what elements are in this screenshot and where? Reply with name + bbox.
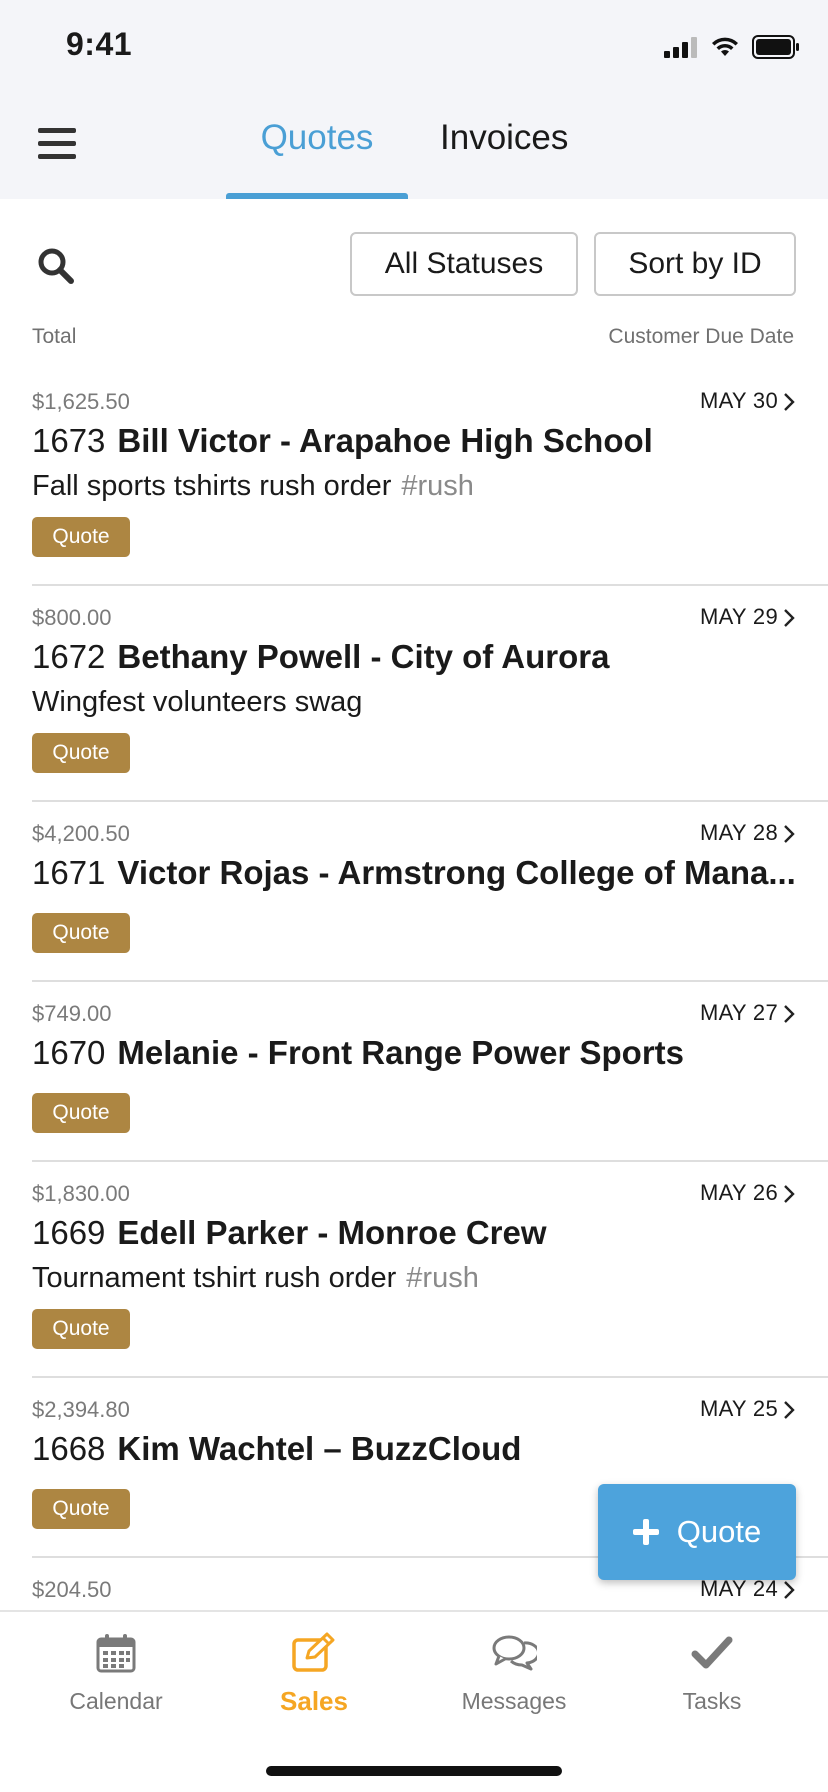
- quote-amount: $1,625.50: [32, 389, 130, 414]
- chevron-right-icon: [784, 609, 795, 627]
- quote-due-date: MAY 30: [699, 388, 778, 413]
- quote-id: 1673: [32, 422, 106, 459]
- quote-amount: $2,394.80: [32, 1397, 130, 1422]
- nav-calendar-label: Calendar: [69, 1688, 163, 1714]
- quote-customer: Bill Victor - Arapahoe High School: [117, 422, 653, 459]
- tab-invoices[interactable]: Invoices: [440, 118, 568, 158]
- sort-button[interactable]: Sort by ID: [594, 232, 796, 296]
- nav-sales-label: Sales: [280, 1686, 348, 1716]
- calendar-icon: [96, 1634, 136, 1673]
- quote-customer: Melanie - Front Range Power Sports: [117, 1034, 684, 1071]
- edit-icon: [292, 1632, 335, 1672]
- chevron-right-icon: [784, 1185, 795, 1203]
- nav-tasks-label: Tasks: [682, 1688, 742, 1714]
- quote-title: 1672 Bethany Powell - City of Aurora: [32, 638, 802, 676]
- nav-sales[interactable]: Sales: [214, 1632, 414, 1717]
- header: 9:41 Quotes Invoices: [0, 0, 828, 199]
- battery-icon: [752, 35, 799, 59]
- quote-row[interactable]: $1,625.50 MAY 30 1673 Bill Victor - Arapa…: [0, 370, 828, 586]
- chevron-right-icon: [784, 393, 795, 411]
- status-badge: Quote: [32, 1309, 130, 1349]
- tab-quotes[interactable]: Quotes: [226, 118, 408, 158]
- quote-description-text: Tournament tshirt rush order: [32, 1262, 397, 1294]
- active-tab-indicator: [226, 193, 408, 199]
- quote-due-date: MAY 29: [699, 604, 778, 629]
- quote-id: 1668: [32, 1430, 106, 1467]
- home-indicator[interactable]: [266, 1766, 562, 1776]
- quote-customer: Bethany Powell - City of Aurora: [117, 638, 610, 675]
- bottom-nav: Calendar Sales Messages Tasks: [0, 1610, 828, 1792]
- chat-icon: [492, 1635, 537, 1671]
- quote-due-date: MAY 28: [699, 820, 778, 845]
- status-filter-button[interactable]: All Statuses: [350, 232, 578, 296]
- quote-id: 1672: [32, 638, 106, 675]
- chevron-right-icon: [784, 1005, 795, 1023]
- quote-description-text: Wingfest volunteers swag: [32, 686, 363, 718]
- quotes-list: $1,625.50 MAY 30 1673 Bill Victor - Arapa…: [0, 370, 828, 1658]
- quote-amount: $749.00: [32, 1001, 112, 1026]
- nav-calendar[interactable]: Calendar: [16, 1632, 216, 1715]
- check-icon: [691, 1636, 733, 1669]
- quote-amount: $204.50: [32, 1577, 112, 1602]
- quote-amount: $800.00: [32, 605, 112, 630]
- quote-due-date: MAY 25: [699, 1396, 778, 1421]
- add-quote-button[interactable]: Quote: [598, 1484, 796, 1580]
- quote-description: Fall sports tshirts rush order #rush: [32, 470, 474, 503]
- quotes-screen: 9:41 Quotes Invoices All Statuses Sort b…: [0, 0, 828, 1792]
- quote-title: 1668 Kim Wachtel – BuzzCloud: [32, 1430, 802, 1468]
- quote-row[interactable]: $1,830.00 MAY 26 1669 Edell Parker - Monr…: [0, 1162, 828, 1378]
- quote-customer: Victor Rojas - Armstrong College of Mana…: [117, 854, 796, 891]
- quote-description-text: Fall sports tshirts rush order: [32, 470, 392, 502]
- chevron-right-icon: [784, 1401, 795, 1419]
- quote-description: Tournament tshirt rush order #rush: [32, 1262, 479, 1295]
- add-quote-label: Quote: [676, 1514, 762, 1549]
- chevron-right-icon: [784, 1581, 795, 1599]
- quote-title: 1669 Edell Parker - Monroe Crew: [32, 1214, 802, 1252]
- status-time: 9:41: [66, 26, 133, 62]
- status-badge: Quote: [32, 733, 130, 773]
- quote-row[interactable]: $4,200.50 MAY 28 1671 Victor Rojas - Arms…: [0, 802, 828, 982]
- search-icon[interactable]: [36, 246, 76, 286]
- quote-customer: Edell Parker - Monroe Crew: [117, 1214, 547, 1251]
- status-badge: Quote: [32, 517, 130, 557]
- status-badge: Quote: [32, 1093, 130, 1133]
- status-icons: [664, 32, 800, 62]
- nav-messages-label: Messages: [461, 1688, 567, 1714]
- quote-id: 1669: [32, 1214, 106, 1251]
- status-badge: Quote: [32, 913, 130, 953]
- quote-tag[interactable]: #rush: [401, 470, 474, 502]
- quote-title: 1670 Melanie - Front Range Power Sports: [32, 1034, 802, 1072]
- column-header-total: Total: [32, 325, 77, 348]
- quote-id: 1671: [32, 854, 106, 891]
- hamburger-menu-icon[interactable]: [38, 128, 76, 162]
- status-badge: Quote: [32, 1489, 130, 1529]
- quote-id: 1670: [32, 1034, 106, 1071]
- column-header-due-date: Customer Due Date: [608, 325, 794, 348]
- nav-tasks[interactable]: Tasks: [612, 1632, 812, 1715]
- quote-row[interactable]: $800.00 MAY 29 1672 Bethany Powell - City…: [0, 586, 828, 802]
- quote-due-date: MAY 26: [699, 1180, 778, 1205]
- chevron-right-icon: [784, 825, 795, 843]
- plus-icon: [632, 1519, 659, 1545]
- quote-customer: Kim Wachtel – BuzzCloud: [117, 1430, 522, 1467]
- quote-description: Wingfest volunteers swag: [32, 686, 362, 719]
- quote-tag[interactable]: #rush: [406, 1262, 479, 1294]
- quote-title: 1671 Victor Rojas - Armstrong College of …: [32, 854, 802, 892]
- quote-row[interactable]: $749.00 MAY 27 1670 Melanie - Front Range…: [0, 982, 828, 1162]
- quote-amount: $1,830.00: [32, 1181, 130, 1206]
- quote-amount: $4,200.50: [32, 821, 130, 846]
- quote-due-date: MAY 27: [699, 1000, 778, 1025]
- signal-icon: [664, 37, 697, 58]
- quote-title: 1673 Bill Victor - Arapahoe High School: [32, 422, 802, 460]
- wifi-icon: [712, 37, 738, 56]
- nav-messages[interactable]: Messages: [414, 1632, 614, 1715]
